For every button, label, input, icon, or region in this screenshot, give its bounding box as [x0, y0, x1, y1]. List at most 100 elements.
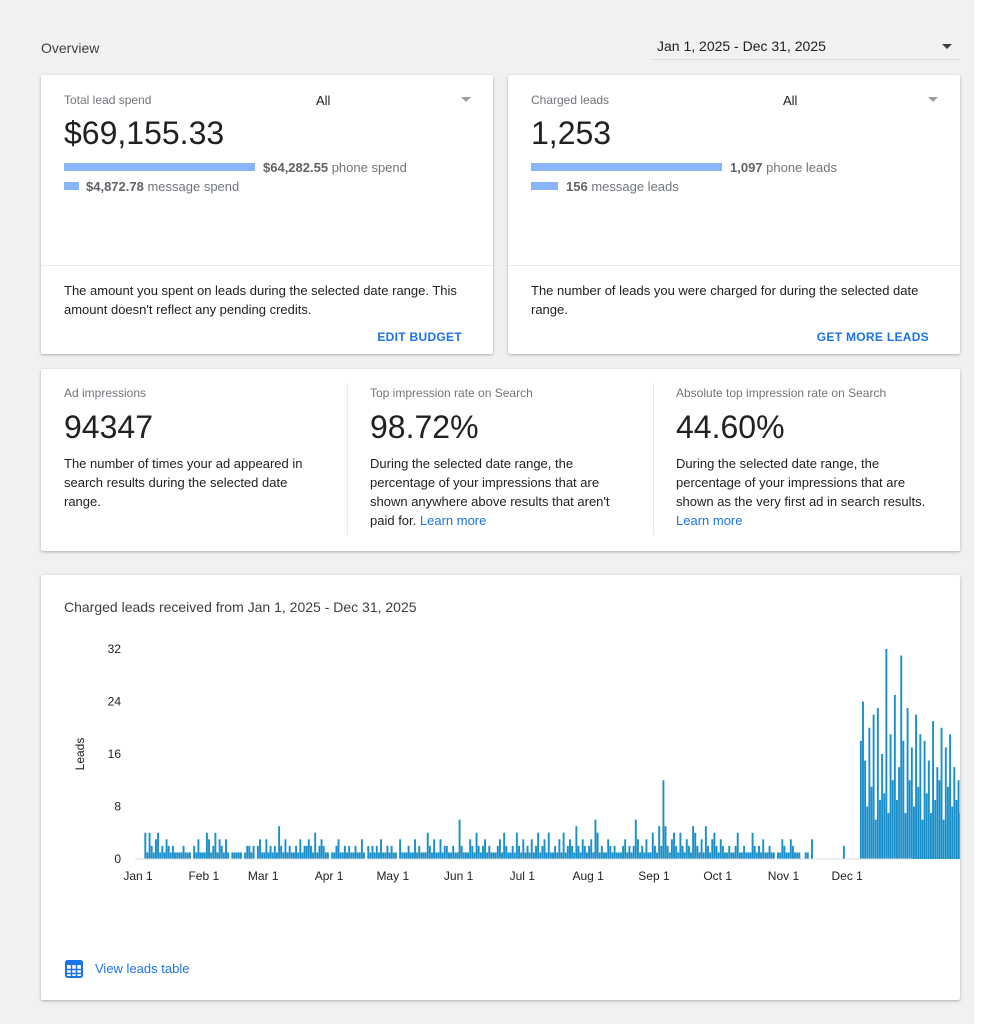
chart-bar — [195, 852, 198, 859]
chart-bar — [208, 839, 210, 859]
chart-bar — [885, 649, 888, 859]
chart-bar — [188, 852, 191, 859]
chart-bar — [530, 839, 533, 859]
ad-impressions-description: The number of times your ad appeared in … — [64, 456, 303, 509]
chart-bar — [600, 845, 603, 860]
chart-bar — [923, 740, 926, 860]
chart-bar — [477, 845, 480, 860]
chart-bar — [717, 852, 720, 859]
leads-filter-chevron-down-icon[interactable] — [928, 97, 938, 102]
chart-bar — [592, 852, 595, 859]
chart-bar — [611, 852, 614, 859]
chart-bar — [299, 839, 302, 859]
chart-bar — [747, 852, 750, 859]
chart-bar — [586, 852, 588, 859]
spend-card: Total lead spend All $69,155.33 $64,282.… — [41, 75, 493, 354]
get-more-leads-button[interactable]: GET MORE LEADS — [817, 330, 929, 344]
chart-bar — [288, 845, 291, 860]
chart-bar — [645, 839, 648, 859]
chart-bar — [148, 832, 151, 859]
spend-card-label: Total lead spend — [64, 93, 152, 107]
chart-bar — [375, 845, 378, 860]
chart-bar — [862, 701, 864, 859]
leads-card: Charged leads All 1,253 1,097 phone lead… — [508, 75, 960, 354]
chart-bar — [755, 852, 758, 859]
chart-bar — [165, 839, 168, 859]
chart-bar — [171, 845, 174, 860]
chart-bar — [889, 734, 892, 859]
leads-chart: 08162432Leads Jan 1 Feb 1 Mar 1 Apr 1 May 1J… — [73, 642, 960, 883]
date-range-value: Jan 1, 2025 - Dec 31, 2025 — [657, 38, 826, 54]
chart-bar — [263, 852, 266, 859]
chart-bar — [352, 852, 355, 859]
chart-bar — [428, 845, 431, 860]
chart-bar — [709, 852, 712, 859]
message-spend-suffix: message spend — [143, 179, 240, 194]
chart-bar — [405, 852, 408, 859]
chart-bar — [934, 799, 937, 859]
chart-bar — [225, 839, 227, 859]
chart-bar — [641, 845, 644, 860]
y-tick-label: 8 — [114, 800, 121, 814]
chart-bar — [615, 852, 618, 859]
card-divider — [41, 265, 493, 266]
chart-bar — [250, 852, 253, 859]
chart-bar — [702, 852, 705, 859]
message-spend-text: $4,872.78 message spend — [86, 179, 239, 194]
chart-bar — [675, 845, 678, 860]
chart-bar — [806, 852, 809, 859]
chart-bar — [613, 845, 616, 860]
x-tick-label: Jun 1 — [444, 869, 474, 883]
chart-bar — [186, 852, 189, 859]
spend-filter-select[interactable]: All — [316, 93, 330, 108]
edit-budget-button[interactable]: EDIT BUDGET — [377, 330, 462, 344]
chart-bar — [842, 845, 845, 860]
chart-bar — [906, 708, 909, 859]
chart-bar — [305, 845, 308, 860]
chart-bar — [407, 845, 410, 860]
chart-bar — [418, 845, 421, 860]
chart-bar — [462, 852, 465, 859]
chart-bar — [639, 852, 642, 859]
chart-bar — [762, 839, 765, 859]
learn-more-link[interactable]: Learn more — [420, 513, 486, 528]
chart-bar — [777, 852, 780, 859]
top-rate-label: Top impression rate on Search — [370, 386, 533, 400]
chart-bar — [872, 714, 875, 860]
overview-panel: Overview Jan 1, 2025 - Dec 31, 2025 Tota… — [0, 0, 974, 1024]
chart-bar — [622, 845, 625, 860]
chart-bar — [339, 852, 342, 859]
phone-spend-suffix: phone spend — [328, 160, 407, 175]
chart-bar — [751, 832, 754, 859]
learn-more-link[interactable]: Learn more — [676, 513, 742, 528]
chart-bar — [326, 852, 329, 859]
chart-bar — [513, 852, 516, 859]
chart-bar — [380, 839, 382, 859]
chart-bar — [679, 832, 682, 859]
chart-bar — [259, 839, 261, 859]
chart-bar — [528, 852, 531, 859]
chart-bar — [373, 852, 376, 859]
chart-bar — [673, 832, 675, 859]
message-leads-suffix: message leads — [587, 179, 679, 194]
chart-bar — [617, 852, 620, 859]
date-range-select[interactable]: Jan 1, 2025 - Dec 31, 2025 — [652, 31, 960, 60]
spend-filter-chevron-down-icon[interactable] — [461, 97, 471, 102]
chart-bar — [492, 852, 495, 859]
leads-filter-select[interactable]: All — [783, 93, 797, 108]
chart-bar — [664, 826, 667, 859]
chart-bar — [307, 839, 310, 859]
chart-bar — [921, 819, 924, 860]
x-tick-label: Apr 1 — [315, 869, 344, 883]
chart-bar — [732, 852, 735, 859]
chart-bar — [367, 845, 370, 860]
chart-bar — [658, 826, 661, 859]
chart-bars — [144, 649, 960, 860]
chart-bar — [239, 852, 242, 859]
chart-bar — [454, 852, 457, 859]
chart-bar — [388, 852, 391, 859]
chart-bar — [452, 845, 455, 860]
chart-bar — [473, 852, 476, 859]
chart-bar — [940, 727, 943, 859]
chart-bar — [636, 839, 639, 859]
